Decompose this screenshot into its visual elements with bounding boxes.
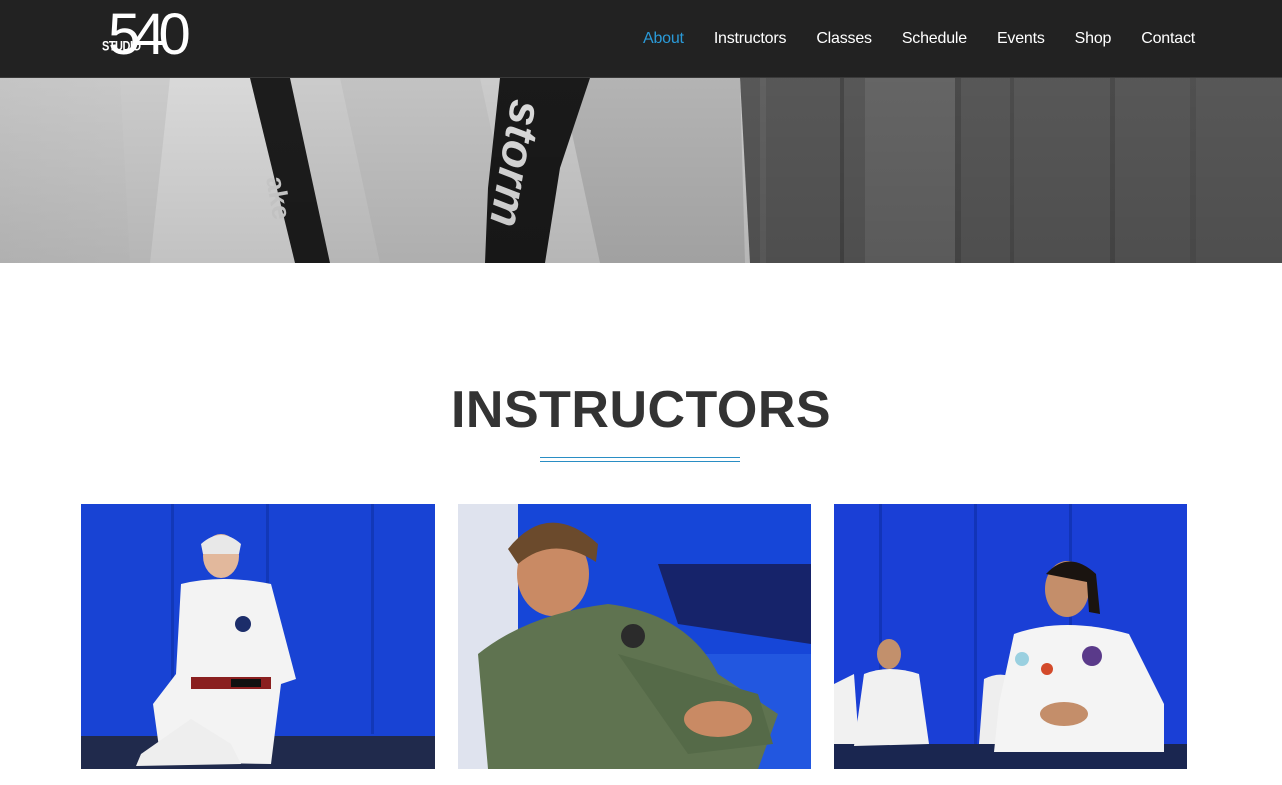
nav-item-schedule[interactable]: Schedule xyxy=(887,3,982,75)
site-header: 540 STUDIO About Instructors Classes Sch… xyxy=(0,0,1282,78)
instructor-photo-3[interactable] xyxy=(834,504,1187,769)
nav-item-instructors[interactable]: Instructors xyxy=(699,3,802,75)
nav-item-about[interactable]: About xyxy=(628,3,699,75)
nav-item-contact[interactable]: Contact xyxy=(1126,3,1210,75)
nav-item-events[interactable]: Events xyxy=(982,3,1060,75)
nav-item-classes[interactable]: Classes xyxy=(801,3,887,75)
instructor-photo-2[interactable] xyxy=(458,504,811,769)
hero-kimono-graphic: ake storm xyxy=(0,78,1282,263)
instructor-photo-1[interactable] xyxy=(81,504,435,769)
title-underline xyxy=(540,457,740,462)
studio-540-logo[interactable]: 540 STUDIO xyxy=(100,2,212,67)
logo-number: 540 xyxy=(108,2,191,67)
hero-banner-image: ake storm xyxy=(0,78,1282,263)
main-nav: About Instructors Classes Schedule Event… xyxy=(628,0,1210,78)
section-title: INSTRUCTORS xyxy=(450,381,832,439)
logo-studio-text: STUDIO xyxy=(102,39,141,54)
nav-item-shop[interactable]: Shop xyxy=(1060,3,1127,75)
